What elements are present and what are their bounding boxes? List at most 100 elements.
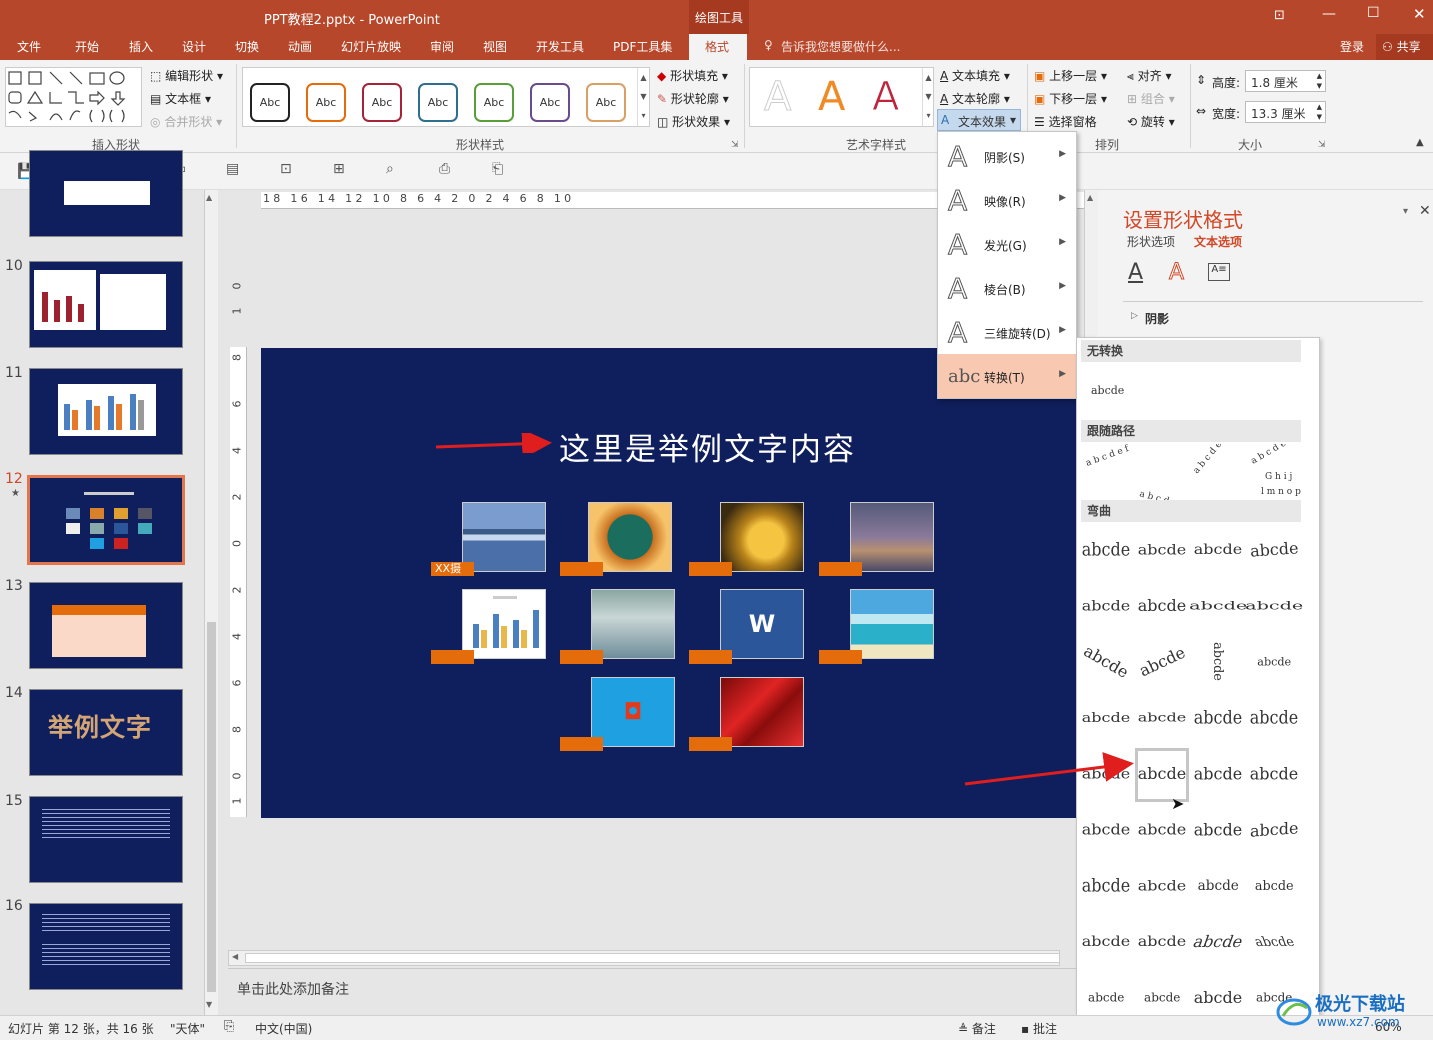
tab-home[interactable]: 开始 (75, 38, 99, 55)
slide-thumbnail[interactable] (29, 368, 183, 455)
export-icon[interactable]: ⎗ (492, 161, 503, 177)
bring-forward-button[interactable]: ▣ 上移一层 ▾ (1034, 67, 1107, 84)
warp-option[interactable]: abcde (1193, 975, 1243, 1019)
notes-placeholder[interactable]: 单击此处添加备注 (237, 979, 349, 999)
gallery-scroll[interactable]: ▲ ▼ ▾ (637, 68, 649, 126)
caption-label[interactable] (560, 737, 603, 751)
text-box-button[interactable]: ▤ 文本框 ▾ (150, 90, 211, 107)
tab-text-options[interactable]: 文本选项 (1194, 233, 1242, 250)
caption-label[interactable] (819, 650, 862, 664)
menu-item-transform[interactable]: abc 转换(T) ▶ (938, 354, 1076, 398)
warp-option[interactable]: abcde (1137, 919, 1187, 963)
wordart-scroll[interactable]: ▲ ▼ ▾ (922, 68, 934, 126)
tab-insert[interactable]: 插入 (129, 38, 153, 55)
warp-option[interactable]: abcde (1249, 527, 1299, 571)
picture-beach[interactable] (850, 589, 934, 659)
spinner-icon[interactable]: ▲ ▼ (1317, 102, 1322, 122)
tab-slideshow[interactable]: 幻灯片放映 (341, 38, 401, 55)
shape-style-2[interactable]: Abc (306, 83, 346, 122)
picture-maple-leaf[interactable] (720, 502, 804, 572)
comments-toggle[interactable]: ▪ 批注 (1021, 1020, 1057, 1037)
tab-developer[interactable]: 开发工具 (536, 38, 584, 55)
warp-option[interactable]: abcde (1193, 751, 1243, 795)
tab-file[interactable]: 文件 (17, 38, 41, 55)
follow-path-options[interactable]: a b c d e f a b c d e f a b c d e f g h … (1081, 444, 1305, 500)
menu-item-bevel[interactable]: A 棱台(B) ▶ (938, 266, 1076, 310)
caption-label[interactable] (689, 650, 732, 664)
warp-option[interactable]: abcde (1249, 751, 1299, 795)
warp-option[interactable]: abcde (1080, 639, 1131, 683)
spinner-icon[interactable]: ▲ ▼ (1317, 71, 1322, 91)
shape-style-6[interactable]: Abc (530, 83, 570, 122)
warp-option[interactable]: abcde (1081, 863, 1131, 907)
slideshow-icon[interactable]: ⊞ (333, 161, 345, 177)
warp-option[interactable]: abcde (1193, 527, 1243, 571)
picture-doctor[interactable] (591, 589, 675, 659)
menu-item-reflection[interactable]: A 映像(R) ▶ (938, 178, 1076, 222)
warp-option[interactable]: abcde (1245, 583, 1303, 627)
picture-word-logo[interactable]: W (720, 589, 804, 659)
warp-option[interactable]: abcde (1081, 807, 1131, 851)
spellcheck-icon[interactable]: ⎘ (224, 1019, 234, 1034)
picture-chart[interactable] (462, 589, 546, 659)
pane-options-icon[interactable]: ▾ (1403, 206, 1408, 217)
tab-shape-options[interactable]: 形状选项 (1127, 233, 1175, 250)
horizontal-scrollbar[interactable]: ◀ (228, 950, 1060, 966)
warp-option[interactable]: abcde (1193, 695, 1243, 739)
caption-label[interactable] (689, 562, 732, 576)
dialog-launcher-icon[interactable]: ⇲ (731, 140, 739, 150)
picture-mountain[interactable] (462, 502, 546, 572)
warp-option[interactable]: abcde (1137, 807, 1187, 851)
share-button[interactable]: ⚇ 共享 (1376, 34, 1433, 60)
maximize-icon[interactable]: ☐ (1367, 5, 1380, 21)
slide-title-text[interactable]: 这里是举例文字内容 (559, 424, 856, 469)
text-effects-button[interactable]: A 文本效果 ▾ (937, 109, 1021, 131)
picture-office-logo[interactable]: ◘ (591, 677, 675, 747)
caption-label[interactable] (689, 737, 732, 751)
tab-review[interactable]: 审阅 (430, 38, 454, 55)
warp-option[interactable]: abcde (1190, 919, 1245, 963)
text-effects-icon[interactable]: A (1168, 260, 1184, 286)
notes-toggle[interactable]: ≜ 备注 (958, 1020, 996, 1037)
group-button[interactable]: ⊞ 组合 ▾ (1127, 90, 1175, 107)
warp-option[interactable]: abcde (1249, 863, 1299, 907)
textbox-options-icon[interactable]: A≡ (1208, 263, 1230, 281)
slide-canvas[interactable]: 这里是举例文字内容 XX摄 W ◘ (261, 348, 1091, 818)
scroll-thumb[interactable] (207, 622, 216, 992)
wordart-style-1[interactable]: A (763, 74, 791, 121)
warp-option[interactable]: abcde (1137, 695, 1187, 739)
close-icon[interactable]: ✕ (1419, 203, 1431, 219)
warp-option[interactable]: abcde (1193, 863, 1243, 907)
shape-style-3[interactable]: Abc (362, 83, 402, 122)
scroll-up-icon[interactable]: ▲ (206, 193, 212, 202)
minimize-icon[interactable]: — (1322, 6, 1336, 22)
no-transform-option[interactable]: abcde (1091, 384, 1124, 397)
warp-option[interactable]: abcde (1249, 639, 1299, 683)
merge-shapes-button[interactable]: ◎ 合并形状 ▾ (150, 113, 222, 130)
width-input[interactable]: 13.3 厘米 ▲ ▼ (1245, 101, 1326, 123)
dialog-launcher-icon[interactable]: ⇲ (1318, 140, 1326, 150)
tab-format[interactable]: 格式 (689, 34, 747, 60)
shapes-gallery[interactable] (5, 67, 142, 127)
warp-option[interactable]: abcde (1081, 695, 1131, 739)
wordart-gallery[interactable]: A A A ▲ ▼ ▾ (749, 67, 934, 127)
slide-thumbnail[interactable] (29, 903, 183, 990)
warp-option[interactable]: abcde (1137, 527, 1187, 571)
scroll-left-icon[interactable]: ◀ (232, 952, 238, 961)
caption-label[interactable] (560, 562, 603, 576)
shape-style-1[interactable]: Abc (250, 83, 290, 122)
slide-thumbnail[interactable] (29, 582, 183, 669)
menu-item-glow[interactable]: A 发光(G) ▶ (938, 222, 1076, 266)
ribbon-display-icon[interactable]: ⊡ (1274, 8, 1285, 23)
text-outline-button[interactable]: A 文本轮廓 ▾ (940, 90, 1010, 107)
scroll-down-icon[interactable]: ▼ (206, 1000, 212, 1009)
slide-thumbnail[interactable] (29, 261, 183, 348)
caption-label[interactable] (431, 650, 474, 664)
textbox-icon[interactable]: ▤ (226, 161, 239, 177)
tell-me-search[interactable]: 告诉我您想要做什么... (781, 38, 900, 55)
wordart-style-2[interactable]: A (818, 74, 845, 120)
picture-city[interactable] (850, 502, 934, 572)
shape-style-4[interactable]: Abc (418, 83, 458, 122)
slide-thumbnail-selected[interactable] (27, 475, 185, 565)
preview-icon[interactable]: ⌕ (386, 161, 394, 177)
